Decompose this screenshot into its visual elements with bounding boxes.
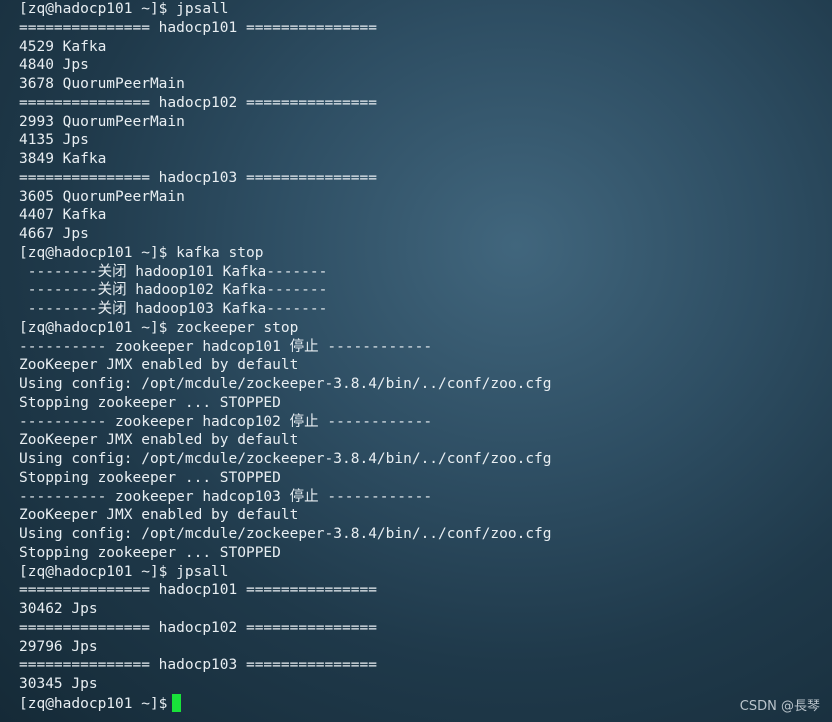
prompt-text: [zq@hadocp101 ~]$ [19,695,168,712]
terminal-line: Using config: /opt/mcdule/zockeeper-3.8.… [19,376,552,392]
terminal-line: --------关闭 hadoop101 Kafka------- [19,263,328,280]
terminal-line: =============== hadocp103 ==============… [19,657,377,674]
terminal-line: [zq@hadocp101 ~]$ jpsall [19,563,229,580]
terminal-line: Stopping zookeeper ... STOPPED [19,469,281,486]
terminal-line: [zq@hadocp101 ~]$ jpsall [19,1,229,17]
terminal-line: --------关闭 hadoop103 Kafka------- [19,301,328,317]
terminal-line: [zq@hadocp101 ~]$ zockeeper stop [19,319,299,336]
csdn-watermark: CSDN @長琴 [739,699,820,714]
terminal-line: --------关闭 hadoop102 Kafka------- [19,282,328,299]
terminal-line: =============== hadocp102 ==============… [19,619,377,636]
terminal-line: 30462 Jps [19,601,98,617]
terminal-line: 4840 Jps [19,57,89,74]
terminal-line: ---------- zookeeper hadcop101 停止 ------… [19,338,433,355]
terminal-line: 3678 QuorumPeerMain [19,76,185,92]
terminal-line: 4667 Jps [19,226,89,242]
terminal-line: =============== hadocp101 ==============… [19,19,377,36]
terminal-line: 30345 Jps [19,676,98,692]
terminal-line: =============== hadocp101 ==============… [19,582,377,599]
terminal-output: [zq@hadocp101 ~]$ jpsall =============== … [19,0,829,713]
command-prompt[interactable]: [zq@hadocp101 ~]$ [19,693,829,713]
terminal-line: ---------- zookeeper hadcop103 停止 ------… [19,488,433,505]
terminal-line: ZooKeeper JMX enabled by default [19,432,299,449]
terminal-line: 29796 Jps [19,638,98,655]
terminal-window[interactable]: [zq@hadocp101 ~]$ jpsall =============== … [0,0,832,722]
terminal-line: ZooKeeper JMX enabled by default [19,507,299,524]
terminal-line: 4407 Kafka [19,207,107,224]
terminal-line: =============== hadocp102 ==============… [19,94,377,111]
terminal-line: ---------- zookeeper hadcop102 停止 ------… [19,413,433,430]
terminal-line: Using config: /opt/mcdule/zockeeper-3.8.… [19,526,552,542]
terminal-line: 2993 QuorumPeerMain [19,113,185,130]
terminal-line: 4529 Kafka [19,38,107,55]
text-cursor [172,693,182,712]
terminal-line: Stopping zookeeper ... STOPPED [19,544,281,561]
terminal-line: 3849 Kafka [19,151,107,167]
terminal-line: ZooKeeper JMX enabled by default [19,357,299,374]
terminal-line: [zq@hadocp101 ~]$ kafka stop [19,244,264,261]
terminal-line: Using config: /opt/mcdule/zockeeper-3.8.… [19,451,552,467]
terminal-line: 4135 Jps [19,132,89,149]
terminal-line: 3605 QuorumPeerMain [19,188,185,205]
terminal-line: Stopping zookeeper ... STOPPED [19,394,281,411]
terminal-line: =============== hadocp103 ==============… [19,169,377,186]
